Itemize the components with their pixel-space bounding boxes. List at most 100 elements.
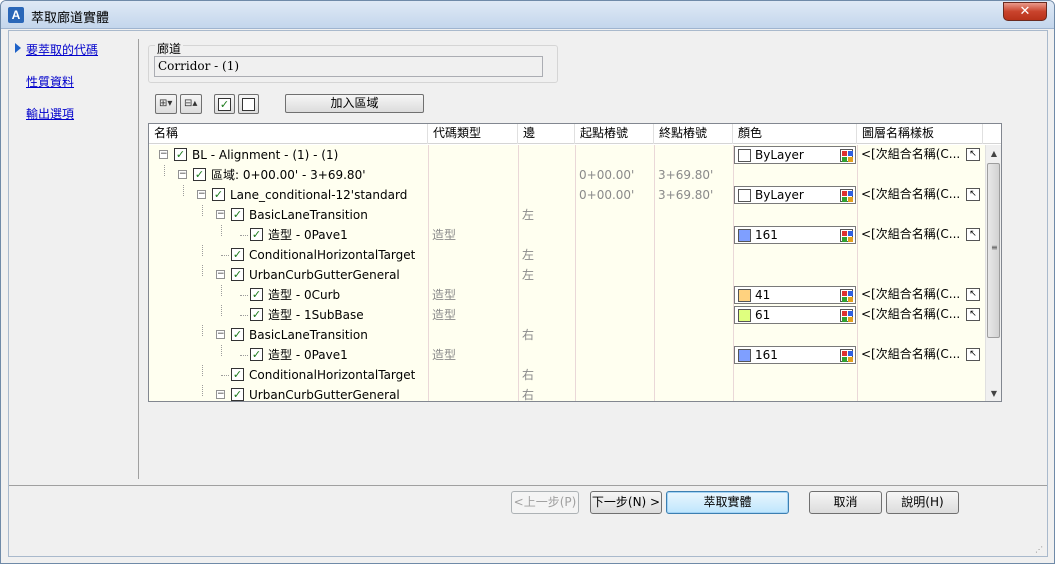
- layer-name-template[interactable]: <[次組合名稱(C... ↖: [858, 306, 982, 324]
- column-header-code-type[interactable]: 代碼類型: [428, 124, 518, 144]
- row-checkbox[interactable]: ✓: [231, 368, 244, 381]
- close-button[interactable]: ✕: [1003, 2, 1047, 21]
- row-checkbox[interactable]: ✓: [174, 148, 187, 161]
- table-row[interactable]: − ✓ UrbanCurbGutterGeneral 右: [149, 385, 985, 401]
- dialog-content: 要萃取的代碼 性質資料 輸出選項 廊道 Corridor - (1) ⊞▾ ⊟▴…: [8, 30, 1048, 557]
- column-header-start-station[interactable]: 起點樁號: [575, 124, 654, 144]
- edit-name-template-icon[interactable]: ↖: [966, 148, 980, 161]
- row-name: ConditionalHorizontalTarget: [249, 248, 416, 262]
- tree-collapse-toggle-icon[interactable]: −: [216, 270, 225, 279]
- row-checkbox[interactable]: ✓: [250, 228, 263, 241]
- color-palette-icon[interactable]: [840, 349, 853, 362]
- palette-dot: [848, 351, 853, 356]
- table-row[interactable]: − ✓ BasicLaneTransition 左: [149, 205, 985, 225]
- scroll-down-arrow-icon[interactable]: ▼: [986, 385, 1001, 401]
- collapse-all-button[interactable]: ⊟▴: [180, 94, 202, 114]
- color-picker[interactable]: 41: [734, 286, 856, 304]
- row-checkbox[interactable]: ✓: [231, 208, 244, 221]
- color-palette-icon[interactable]: [840, 289, 853, 302]
- resize-grip-icon[interactable]: ⋰: [1035, 545, 1043, 554]
- column-header-color[interactable]: 顏色: [733, 124, 857, 144]
- color-picker[interactable]: ByLayer: [734, 186, 856, 204]
- next-button[interactable]: 下一步(N) >: [590, 491, 662, 514]
- tree-collapse-toggle-icon[interactable]: −: [216, 210, 225, 219]
- color-value: ByLayer: [755, 188, 804, 202]
- table-row[interactable]: ✓ 造型 - 1SubBase 造型 61 <[次組合名稱(C... ↖: [149, 305, 985, 325]
- row-checkbox[interactable]: ✓: [250, 348, 263, 361]
- table-row[interactable]: ✓ 造型 - 0Pave1 造型 161 <[次組合名稱(C... ↖: [149, 225, 985, 245]
- color-palette-icon[interactable]: [840, 309, 853, 322]
- checked-box-icon: ✓: [218, 98, 231, 111]
- row-checkbox[interactable]: ✓: [231, 268, 244, 281]
- table-row[interactable]: ✓ ConditionalHorizontalTarget 左: [149, 245, 985, 265]
- grid-rows: − ✓ BL - Alignment - (1) - (1) ByLayer <[次組合…: [149, 145, 985, 401]
- layer-name-template[interactable]: <[次組合名稱(C... ↖: [858, 226, 982, 244]
- row-checkbox[interactable]: ✓: [250, 288, 263, 301]
- layer-name-template[interactable]: <[次組合名稱(C... ↖: [858, 286, 982, 304]
- edit-name-template-icon[interactable]: ↖: [966, 308, 980, 321]
- tree-collapse-toggle-icon[interactable]: −: [159, 150, 168, 159]
- color-palette-icon[interactable]: [840, 149, 853, 162]
- column-header-end-station[interactable]: 終點樁號: [654, 124, 733, 144]
- table-row[interactable]: − ✓ Lane_conditional-12'standard 0+00.00' 3+…: [149, 185, 985, 205]
- extract-solids-button[interactable]: 萃取實體: [666, 491, 789, 514]
- table-row[interactable]: − ✓ BasicLaneTransition 右: [149, 325, 985, 345]
- edit-name-template-icon[interactable]: ↖: [966, 348, 980, 361]
- edit-name-template-icon[interactable]: ↖: [966, 288, 980, 301]
- scrollbar-thumb[interactable]: ≡: [987, 163, 1000, 338]
- row-checkbox[interactable]: ✓: [231, 388, 244, 401]
- nav-link-property-data[interactable]: 性質資料: [26, 73, 74, 90]
- row-name: 造型 - 0Pave1: [268, 348, 348, 362]
- row-code-type: 造型: [432, 288, 457, 302]
- table-row[interactable]: − ✓ UrbanCurbGutterGeneral 左: [149, 265, 985, 285]
- column-header-layer-template[interactable]: 圖層名稱樣板: [857, 124, 983, 144]
- color-picker[interactable]: ByLayer: [734, 146, 856, 164]
- tree-collapse-toggle-icon[interactable]: −: [197, 190, 206, 199]
- row-name: UrbanCurbGutterGeneral: [249, 268, 400, 282]
- codes-grid: 名稱 代碼類型 邊 起點樁號 終點樁號 顏色 圖層名稱樣板 − ✓ BL - Ali…: [148, 123, 1002, 402]
- check-all-button[interactable]: ✓: [214, 94, 235, 114]
- edit-name-template-icon[interactable]: ↖: [966, 228, 980, 241]
- palette-dot: [848, 311, 853, 316]
- scroll-up-arrow-icon[interactable]: ▲: [986, 145, 1001, 162]
- color-picker[interactable]: 61: [734, 306, 856, 324]
- edit-name-template-icon[interactable]: ↖: [966, 188, 980, 201]
- column-header-name[interactable]: 名稱: [149, 124, 428, 144]
- layer-name-template[interactable]: <[次組合名稱(C... ↖: [858, 346, 982, 364]
- row-checkbox[interactable]: ✓: [212, 188, 225, 201]
- palette-dot: [842, 351, 847, 356]
- table-row[interactable]: − ✓ BL - Alignment - (1) - (1) ByLayer <[次組合…: [149, 145, 985, 165]
- color-palette-icon[interactable]: [840, 229, 853, 242]
- back-button[interactable]: <上一步(P): [511, 491, 579, 514]
- layer-name-template[interactable]: <[次組合名稱(C... ↖: [858, 146, 982, 164]
- uncheck-all-button[interactable]: [238, 94, 259, 114]
- unchecked-box-icon: [242, 98, 255, 111]
- help-button[interactable]: 說明(H): [886, 491, 959, 514]
- column-header-side[interactable]: 邊: [518, 124, 575, 144]
- row-checkbox[interactable]: ✓: [250, 308, 263, 321]
- row-side: 右: [522, 328, 535, 342]
- palette-dot: [842, 191, 847, 196]
- table-row[interactable]: ✓ ConditionalHorizontalTarget 右: [149, 365, 985, 385]
- expand-all-button[interactable]: ⊞▾: [155, 94, 177, 114]
- tree-collapse-toggle-icon[interactable]: −: [178, 170, 187, 179]
- cancel-button[interactable]: 取消: [809, 491, 882, 514]
- row-checkbox[interactable]: ✓: [231, 328, 244, 341]
- nav-link-output-options[interactable]: 輸出選項: [26, 105, 74, 122]
- row-checkbox[interactable]: ✓: [193, 168, 206, 181]
- row-checkbox[interactable]: ✓: [231, 248, 244, 261]
- palette-dot: [842, 311, 847, 316]
- color-picker[interactable]: 161: [734, 226, 856, 244]
- table-row[interactable]: ✓ 造型 - 0Pave1 造型 161 <[次組合名稱(C... ↖: [149, 345, 985, 365]
- add-region-button[interactable]: 加入區域: [285, 94, 424, 113]
- layer-name-template[interactable]: <[次組合名稱(C... ↖: [858, 186, 982, 204]
- tree-collapse-toggle-icon[interactable]: −: [216, 330, 225, 339]
- table-row[interactable]: ✓ 造型 - 0Curb 造型 41 <[次組合名稱(C... ↖: [149, 285, 985, 305]
- grid-vertical-scrollbar[interactable]: ▲ ≡ ▼: [985, 145, 1001, 401]
- table-row[interactable]: − ✓ 區域: 0+00.00' - 3+69.80' 0+00.00' 3+69.80…: [149, 165, 985, 185]
- title-bar[interactable]: A 萃取廊道實體 ✕: [1, 1, 1054, 29]
- nav-link-codes-to-extract[interactable]: 要萃取的代碼: [26, 41, 98, 58]
- color-picker[interactable]: 161: [734, 346, 856, 364]
- color-palette-icon[interactable]: [840, 189, 853, 202]
- tree-collapse-toggle-icon[interactable]: −: [216, 390, 225, 399]
